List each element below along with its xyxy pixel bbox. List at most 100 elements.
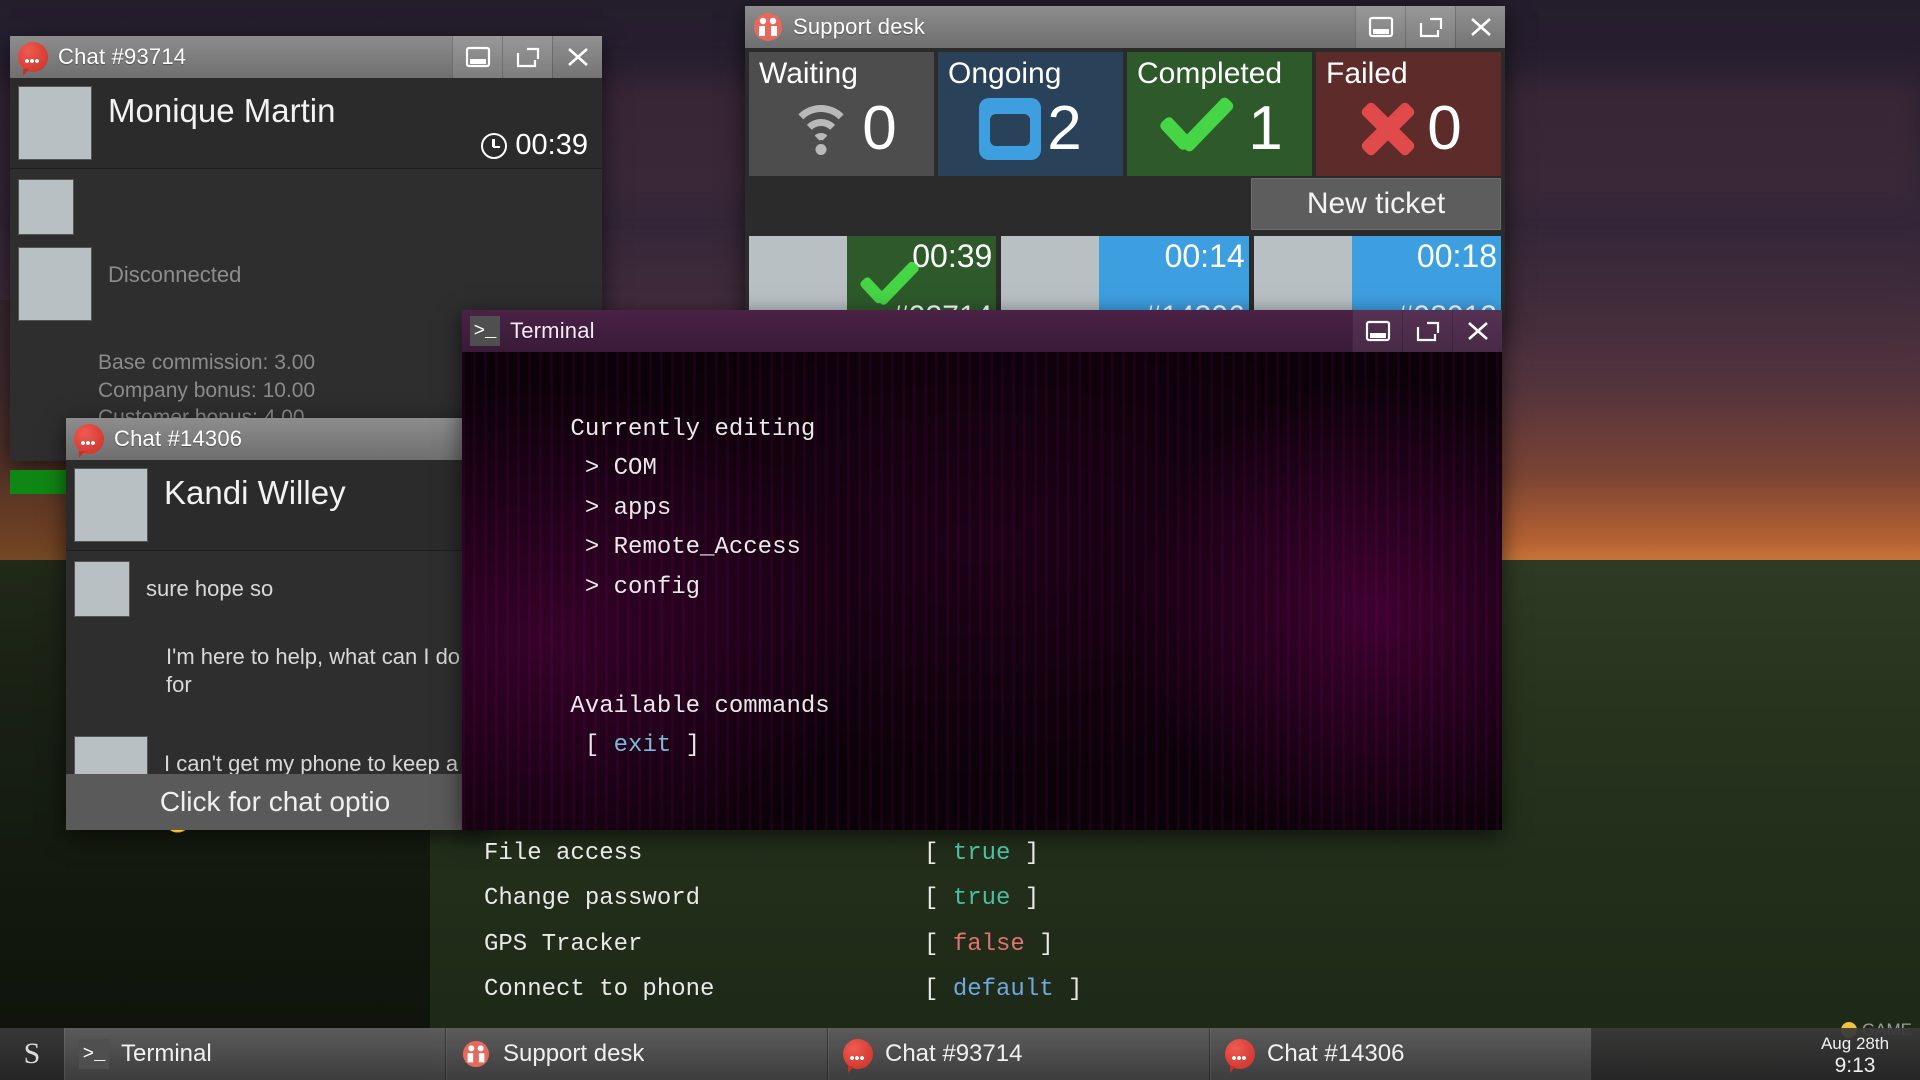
breadcrumb-segment: COM xyxy=(613,455,657,483)
window-title: Chat #93714 xyxy=(58,44,187,69)
stat-card-ongoing[interactable]: Ongoing 2 xyxy=(938,52,1123,176)
config-row[interactable]: Connect to phone [ default ] xyxy=(484,970,1480,1010)
titlebar-chat-14306[interactable]: Chat #14306 xyxy=(66,418,484,460)
window-title: Terminal xyxy=(510,318,595,343)
minimize-button[interactable] xyxy=(452,36,502,78)
avatar xyxy=(18,179,74,235)
commands-label: Available commands xyxy=(570,692,830,720)
maximize-button[interactable] xyxy=(502,36,552,78)
message-text: sure hope so xyxy=(146,576,274,601)
window-chat-14306[interactable]: Chat #14306 Kandi Willey sure hope so I'… xyxy=(66,418,484,834)
taskbar-item-label: Support desk xyxy=(503,1040,645,1067)
close-button[interactable] xyxy=(1455,6,1505,48)
stat-value: 0 xyxy=(862,93,897,163)
prompt-icon: >_ xyxy=(470,316,500,346)
config-key: Change password xyxy=(484,885,701,913)
stat-label: Failed xyxy=(1326,57,1408,90)
chat-timer: 00:39 xyxy=(481,129,588,162)
support-desk-icon xyxy=(753,12,783,42)
chatbox-icon xyxy=(979,97,1042,160)
chat-header: Kandi Willey xyxy=(66,460,484,551)
support-desk-body: Waiting 0 Ongoing 2 Completed 1 Failed 0… xyxy=(745,48,1505,333)
config-row[interactable]: GPS Tracker [ false ] xyxy=(484,925,1480,965)
start-logo-icon[interactable]: S xyxy=(0,1028,64,1080)
chat-bubble-icon xyxy=(18,42,48,76)
avatar xyxy=(18,247,92,321)
maximize-button[interactable] xyxy=(1402,310,1452,352)
cross-icon xyxy=(1355,98,1421,160)
config-value[interactable]: true xyxy=(953,840,1011,867)
titlebar-chat-93714[interactable]: Chat #93714 xyxy=(10,36,602,78)
taskbar-item-label: Chat #93714 xyxy=(885,1040,1023,1067)
chat-options-button[interactable]: Click for chat optio xyxy=(66,774,484,830)
minimize-button[interactable] xyxy=(1352,310,1402,352)
clock-date: Aug 28th xyxy=(1820,1034,1890,1054)
terminal-commands-line: Available commands [ exit ] xyxy=(570,692,830,760)
chat-bubble-icon xyxy=(1225,1039,1255,1073)
wifi-icon xyxy=(786,103,856,155)
stat-label: Waiting xyxy=(759,57,858,90)
taskbar-item-support-desk[interactable]: Support desk xyxy=(446,1028,828,1080)
config-key: GPS Tracker xyxy=(484,930,643,958)
command-exit[interactable]: exit xyxy=(614,732,672,759)
customer-name: Kandi Willey xyxy=(164,474,346,511)
titlebar-support-desk[interactable]: Support desk xyxy=(745,6,1505,48)
window-title: Chat #14306 xyxy=(114,426,243,451)
message-text: Disconnected xyxy=(108,262,242,287)
stats-row: Waiting 0 Ongoing 2 Completed 1 Failed 0 xyxy=(745,48,1505,176)
minimize-button[interactable] xyxy=(1355,6,1405,48)
prompt-icon: >_ xyxy=(79,1039,109,1069)
new-ticket-button[interactable]: New ticket xyxy=(1251,177,1501,230)
config-row[interactable]: File access [ true ] xyxy=(484,834,1480,874)
taskbar-item-label: Chat #14306 xyxy=(1267,1040,1405,1067)
titlebar-terminal[interactable]: >_ Terminal xyxy=(462,310,1502,352)
ticket-time: 00:18 xyxy=(1416,237,1497,274)
maximize-button[interactable] xyxy=(1405,6,1455,48)
config-value[interactable]: default xyxy=(953,976,1054,1003)
stat-value: 2 xyxy=(1047,93,1082,163)
breadcrumb-segment: apps xyxy=(613,494,672,522)
taskbar-item-chat-93714[interactable]: Chat #93714 xyxy=(828,1028,1210,1080)
chat-bubble-icon xyxy=(74,424,104,458)
clock-icon xyxy=(481,132,508,159)
taskbar-item-label: Terminal xyxy=(121,1040,212,1067)
close-button[interactable] xyxy=(1452,310,1502,352)
taskbar: S >_ Terminal Support desk Chat #93714 C… xyxy=(0,1028,1920,1080)
message-row: sure hope so xyxy=(66,551,484,619)
chat-header: Monique Martin 00:39 xyxy=(10,78,602,169)
avatar xyxy=(74,468,148,542)
stat-card-completed[interactable]: Completed 1 xyxy=(1127,52,1312,176)
message-row xyxy=(10,169,602,237)
message-row: I'm here to help, what can I do for xyxy=(66,619,484,700)
breadcrumb-segment: config xyxy=(613,573,701,601)
taskbar-item-chat-14306[interactable]: Chat #14306 xyxy=(1210,1028,1592,1080)
stat-label: Ongoing xyxy=(948,57,1062,90)
chat-body-14306: Kandi Willey sure hope so I'm here to he… xyxy=(66,460,484,834)
config-row[interactable]: Change password [ true ] xyxy=(484,879,1480,919)
config-value[interactable]: false xyxy=(953,931,1025,958)
clock-time: 9:13 xyxy=(1834,1053,1876,1077)
taskbar-item-terminal[interactable]: >_ Terminal xyxy=(64,1028,446,1080)
customer-name: Monique Martin xyxy=(108,92,336,129)
stat-card-failed[interactable]: Failed 0 xyxy=(1316,52,1501,176)
terminal-output[interactable]: Currently editing > COM > apps > Remote_… xyxy=(462,352,1502,1003)
chat-bubble-icon xyxy=(843,1039,873,1073)
check-icon xyxy=(1156,98,1242,160)
timer-value: 00:39 xyxy=(515,129,588,161)
terminal-breadcrumb-line: Currently editing > COM > apps > Remote_… xyxy=(570,415,816,601)
avatar xyxy=(18,86,92,160)
stat-value: 1 xyxy=(1248,93,1283,163)
stat-label: Completed xyxy=(1137,57,1283,90)
editing-label: Currently editing xyxy=(570,415,816,443)
stat-card-waiting[interactable]: Waiting 0 xyxy=(749,52,934,176)
breadcrumb-segment: Remote_Access xyxy=(613,534,801,562)
ticket-time: 00:14 xyxy=(1164,237,1245,274)
window-support-desk[interactable]: Support desk Waiting 0 Ongoing 2 Complet… xyxy=(745,6,1505,333)
close-button[interactable] xyxy=(552,36,602,78)
config-value[interactable]: true xyxy=(953,885,1011,912)
stat-value: 0 xyxy=(1427,93,1462,163)
config-key: Connect to phone xyxy=(484,976,715,1004)
taskbar-clock[interactable]: Aug 28th 9:13 xyxy=(1790,1028,1920,1080)
window-terminal[interactable]: >_ Terminal Currently editing > COM > ap… xyxy=(462,310,1502,1003)
message-text: I'm here to help, what can I do for xyxy=(166,644,461,697)
